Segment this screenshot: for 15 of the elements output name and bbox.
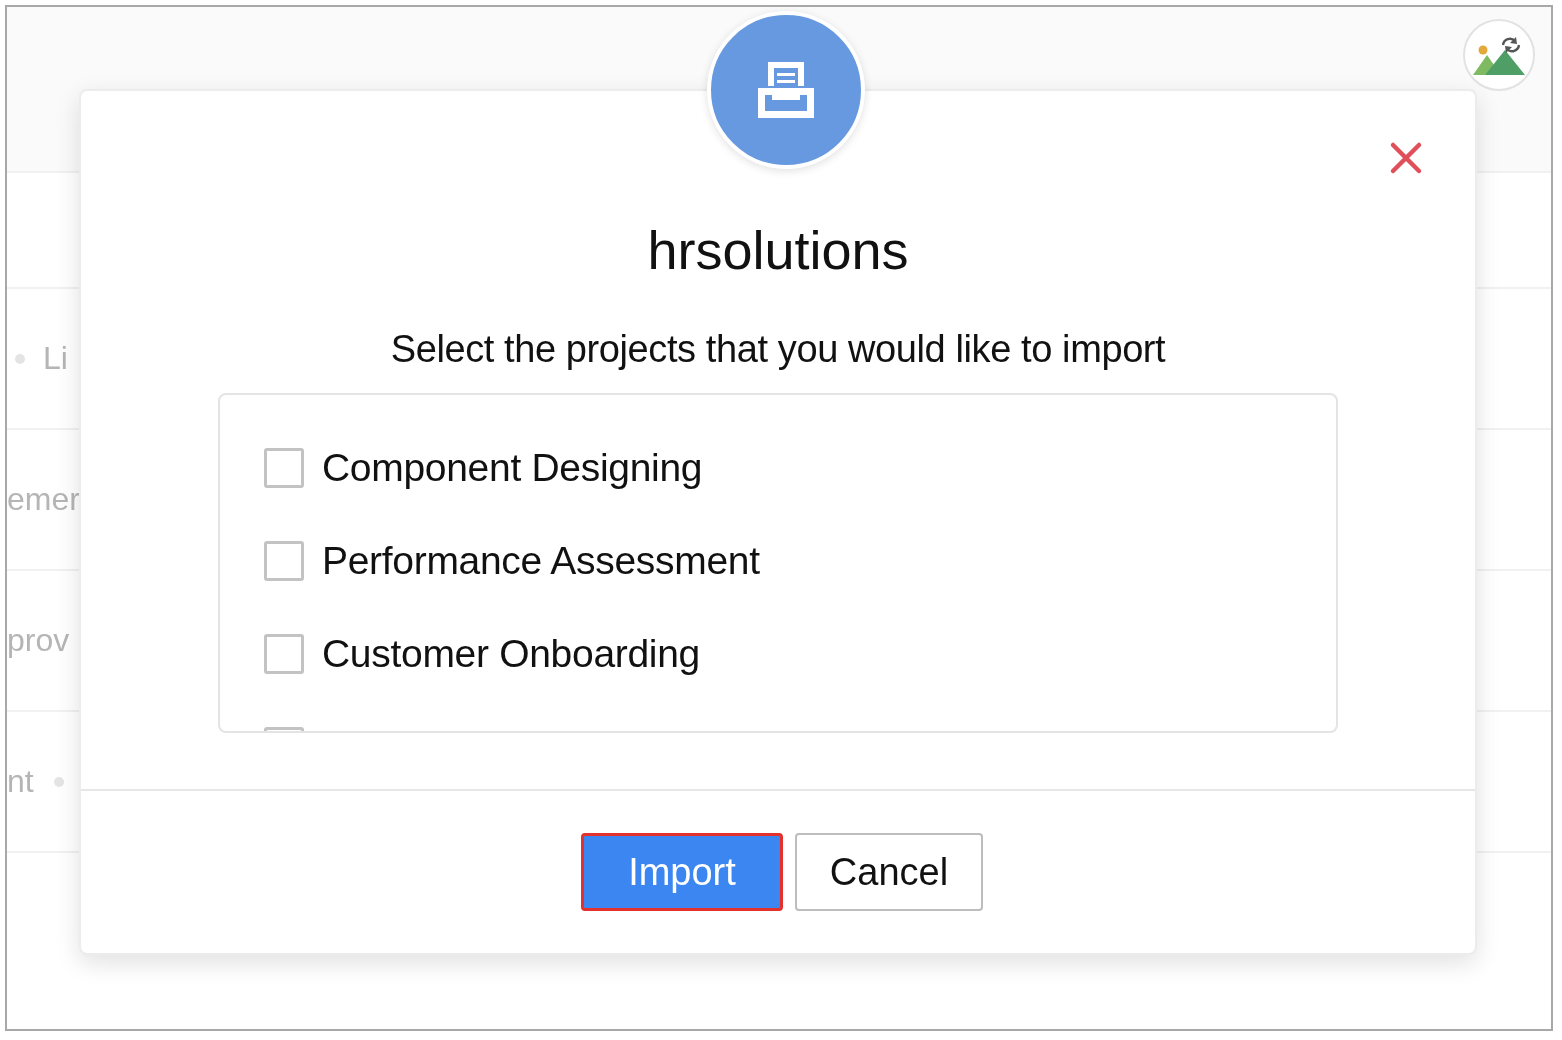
background-text: nt	[7, 763, 34, 800]
dialog-subtitle: Select the projects that you would like to import	[390, 327, 1166, 371]
checkbox[interactable]	[264, 540, 304, 581]
background-text: Li	[43, 340, 68, 377]
background-text: prov	[7, 622, 70, 659]
background-text: emer	[7, 481, 80, 518]
cancel-button[interactable]: Cancel	[795, 833, 983, 911]
dialog-title: hrsolutions	[647, 219, 909, 282]
checkbox[interactable]	[264, 633, 304, 674]
import-button[interactable]: Import	[581, 833, 783, 911]
checkbox[interactable]	[264, 447, 304, 488]
close-button[interactable]	[1389, 141, 1423, 175]
project-label[interactable]: Component Designing	[322, 445, 703, 490]
project-label[interactable]: Performance Assessment	[322, 538, 760, 583]
project-label[interactable]: Customer Onboarding	[322, 631, 700, 676]
